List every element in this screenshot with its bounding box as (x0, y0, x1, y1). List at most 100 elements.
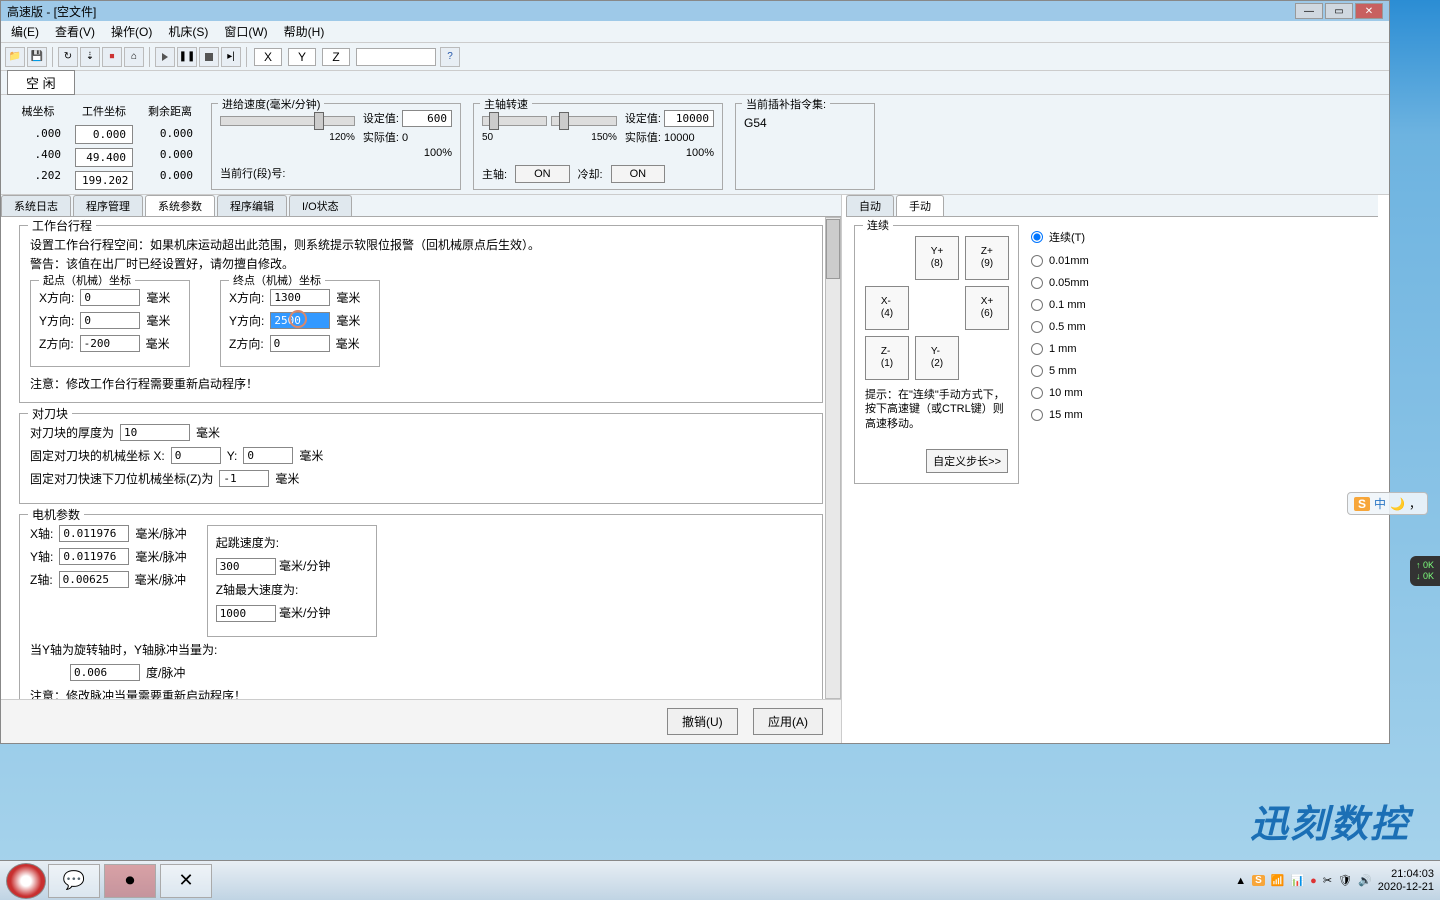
step-05[interactable]: 0.5 mm (1031, 321, 1089, 333)
sp-set-val[interactable]: 10000 (664, 110, 714, 127)
feed-slider[interactable] (220, 116, 355, 126)
tool-stop-icon[interactable]: ⏹ (102, 47, 122, 67)
tray-scissor-icon[interactable]: ✂ (1323, 874, 1332, 887)
task-wechat[interactable]: 💬 (48, 864, 100, 898)
start-legend: 起点（机械）坐标 (39, 272, 135, 288)
jog-x-minus[interactable]: X-(4) (865, 286, 909, 330)
axis-z[interactable]: Z (322, 48, 350, 66)
close-button[interactable]: ✕ (1355, 3, 1383, 19)
axis-blank[interactable] (356, 48, 436, 66)
tray-chart-icon[interactable]: 📊 (1290, 874, 1304, 887)
tab-manual[interactable]: 手动 (896, 195, 944, 216)
tray-sec-icon[interactable]: 🛡 (1338, 874, 1352, 887)
tool-thick-input[interactable] (120, 424, 190, 441)
tray-net-icon[interactable]: 📶 (1271, 874, 1285, 887)
undo-button[interactable]: 撤销(U) (667, 708, 738, 735)
tab-iostatus[interactable]: I/O状态 (289, 195, 352, 216)
work-y[interactable]: 49.400 (75, 148, 133, 167)
motor-legend: 电机参数 (28, 506, 84, 523)
coolant-on-button[interactable]: ON (611, 165, 666, 183)
motor-z-input[interactable] (59, 571, 129, 588)
tool-pause-icon[interactable]: ❚❚ (177, 47, 197, 67)
start-z-input[interactable] (80, 335, 140, 352)
menu-machine[interactable]: 机床(S) (162, 21, 214, 42)
end-x-input[interactable] (270, 289, 330, 306)
menu-operate[interactable]: 操作(O) (105, 21, 158, 42)
scrollbar[interactable] (825, 217, 841, 699)
motor-jump-input[interactable] (216, 558, 276, 575)
tool-reset-icon[interactable]: ↻ (58, 47, 78, 67)
menu-edit[interactable]: 编(E) (5, 21, 45, 42)
work-z[interactable]: 199.202 (75, 171, 133, 190)
spindle-slider1[interactable] (482, 116, 547, 126)
step-1[interactable]: 1 mm (1031, 343, 1089, 355)
step-10[interactable]: 10 mm (1031, 387, 1089, 399)
axis-y[interactable]: Y (288, 48, 316, 66)
jog-y-minus[interactable]: Y-(2) (915, 336, 959, 380)
jog-z-plus[interactable]: Z+(9) (965, 236, 1009, 280)
jog-z-minus[interactable]: Z-(1) (865, 336, 909, 380)
tool-help-icon[interactable]: ? (440, 47, 460, 67)
step-5[interactable]: 5 mm (1031, 365, 1089, 377)
tray-ime-icon[interactable]: S (1252, 875, 1265, 886)
step-15[interactable]: 15 mm (1031, 409, 1089, 421)
tab-syslog[interactable]: 系统日志 (1, 195, 71, 216)
tab-sysparam[interactable]: 系统参数 (145, 195, 215, 216)
tray-clock[interactable]: 21:04:03 2020-12-21 (1378, 868, 1434, 892)
motor-zmax-input[interactable] (216, 605, 276, 622)
tool-fieldset: 对刀块 对刀块的厚度为毫米 固定对刀块的机械坐标 X:Y:毫米 固定对刀快速下刀… (19, 413, 823, 504)
tool-save-icon[interactable]: 💾 (27, 47, 47, 67)
end-z-input[interactable] (270, 335, 330, 352)
end-y-input[interactable] (270, 312, 330, 329)
menu-help[interactable]: 帮助(H) (278, 21, 331, 42)
minimize-button[interactable]: — (1295, 3, 1323, 19)
task-record[interactable]: ⏺ (104, 864, 156, 898)
tool-fixx-input[interactable] (171, 447, 221, 464)
tool-stop2-icon[interactable] (199, 47, 219, 67)
tool-probe-icon[interactable]: ⇣ (80, 47, 100, 67)
motor-rot-input[interactable] (70, 664, 140, 681)
menu-view[interactable]: 查看(V) (49, 21, 101, 42)
ime-zh: 中 (1374, 495, 1386, 512)
ime-toolbar[interactable]: S 中 🌙 ， (1347, 492, 1428, 515)
spindle-slider2[interactable] (551, 116, 616, 126)
tool-open-icon[interactable]: 📁 (5, 47, 25, 67)
tool-step-icon[interactable]: ▸| (221, 47, 241, 67)
custom-step-button[interactable]: 自定义步长>> (926, 449, 1008, 473)
feed-set-val[interactable]: 600 (402, 110, 452, 127)
apply-button[interactable]: 应用(A) (753, 708, 823, 735)
tray-vol-icon[interactable]: 🔊 (1358, 874, 1372, 887)
tool-fastz-input[interactable] (219, 470, 269, 487)
tool-fixy-input[interactable] (243, 447, 293, 464)
feed-legend: 进给速度(毫米/分钟) (218, 96, 324, 112)
netspeed-widget[interactable]: ↑ 0K ↓ 0K (1410, 556, 1440, 586)
tab-progmgr[interactable]: 程序管理 (73, 195, 143, 216)
start-button[interactable] (6, 863, 46, 899)
tray-flag-icon[interactable]: ▲ (1235, 875, 1246, 887)
motor-y-input[interactable] (59, 548, 129, 565)
menu-window[interactable]: 窗口(W) (218, 21, 273, 42)
step-005[interactable]: 0.05mm (1031, 277, 1089, 289)
tab-content: 工作台行程 设置工作台行程空间：如果机床运动超出此范围，则系统提示软限位报警（回… (1, 217, 841, 699)
axis-x[interactable]: X (254, 48, 282, 66)
motor-x-input[interactable] (59, 525, 129, 542)
task-cnc[interactable]: ✕ (160, 864, 212, 898)
jog-x-plus[interactable]: X+(6) (965, 286, 1009, 330)
work-x[interactable]: 0.000 (75, 125, 133, 144)
start-x-input[interactable] (80, 289, 140, 306)
step-01[interactable]: 0.1 mm (1031, 299, 1089, 311)
moon-icon: 🌙 (1390, 497, 1405, 511)
workarea-desc1: 设置工作台行程空间：如果机床运动超出此范围，则系统提示软限位报警（回机械原点后生… (30, 236, 812, 253)
tool-play-icon[interactable] (155, 47, 175, 67)
jog-y-plus[interactable]: Y+(8) (915, 236, 959, 280)
tool-home-icon[interactable]: ⌂ (124, 47, 144, 67)
tab-auto[interactable]: 自动 (846, 195, 894, 216)
jog-tip: 提示：在"连续"手动方式下，按下高速键（或CTRL键）则高速移动。 (865, 388, 1008, 431)
tray-dot-icon[interactable]: ● (1310, 875, 1317, 887)
maximize-button[interactable]: ▭ (1325, 3, 1353, 19)
step-cont[interactable]: 连续(T) (1031, 229, 1089, 245)
step-001[interactable]: 0.01mm (1031, 255, 1089, 267)
tab-progedit[interactable]: 程序编辑 (217, 195, 287, 216)
start-y-input[interactable] (80, 312, 140, 329)
spindle-on-button[interactable]: ON (515, 165, 570, 183)
